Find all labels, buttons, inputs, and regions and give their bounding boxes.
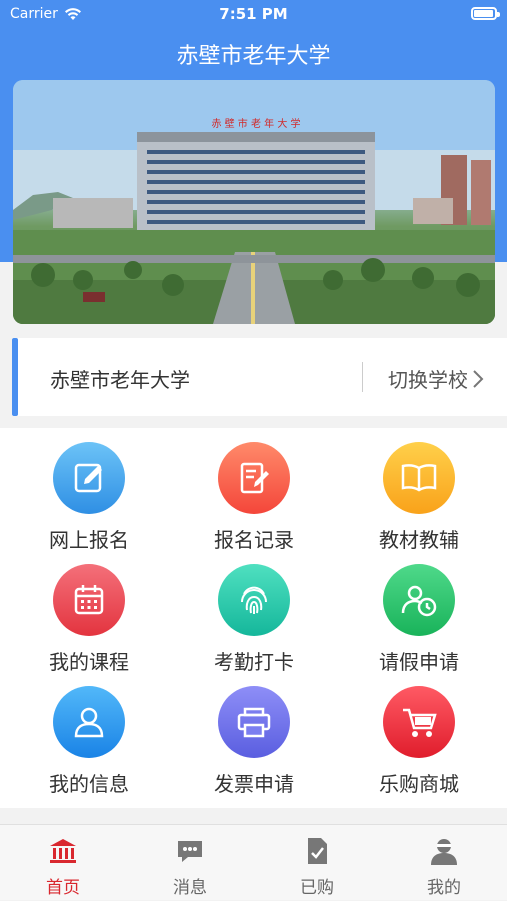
menu-label: 教材教辅 [379,528,459,552]
menu-online-registration[interactable]: 网上报名 [5,428,173,552]
tab-label: 我的 [427,878,461,898]
menu-textbooks[interactable]: 教材教辅 [335,428,503,552]
edit-icon [53,442,125,514]
user-icon [53,686,125,758]
menu-label: 考勤打卡 [214,650,294,674]
accent-bar [12,338,18,416]
tab-bar: 首页 消息 已购 我的 [0,824,507,900]
user-clock-icon [383,564,455,636]
tab-messages[interactable]: 消息 [127,825,253,901]
menu-label: 乐购商城 [379,772,459,796]
school-name: 赤壁市老年大学 [50,368,190,392]
tab-home[interactable]: 首页 [0,825,126,901]
fingerprint-icon [218,564,290,636]
menu-label: 我的信息 [49,772,129,796]
menu-label: 网上报名 [49,528,129,552]
cart-icon [383,686,455,758]
calendar-icon [53,564,125,636]
menu-invoice-request[interactable]: 发票申请 [170,672,338,796]
status-time: 7:51 PM [219,5,288,23]
page-title: 赤壁市老年大学 [176,44,331,69]
menu-label: 报名记录 [214,528,294,552]
switch-school-button[interactable]: 切换学校 [388,364,484,393]
menu-my-courses[interactable]: 我的课程 [5,550,173,674]
menu-registration-records[interactable]: 报名记录 [170,428,338,552]
school-card: 赤壁市老年大学 切换学校 [12,338,507,416]
menu-my-info[interactable]: 我的信息 [5,672,173,796]
menu-leave-request[interactable]: 请假申请 [335,550,503,674]
tab-label: 首页 [46,878,80,898]
divider [362,362,363,392]
battery-icon [471,7,500,20]
purchased-icon [308,838,327,864]
menu-label: 发票申请 [214,772,294,796]
banner-image[interactable]: 赤 壁 市 老 年 大 学 [13,80,495,324]
tab-label: 已购 [300,878,334,898]
menu-attendance[interactable]: 考勤打卡 [170,550,338,674]
menu-mall[interactable]: 乐购商城 [335,672,503,796]
switch-school-label: 切换学校 [388,368,468,392]
profile-icon [431,839,457,865]
menu-label: 我的课程 [49,650,129,674]
tab-label: 消息 [173,878,207,898]
tab-profile[interactable]: 我的 [381,825,507,901]
tab-purchased[interactable]: 已购 [254,825,380,901]
status-bar: Carrier 7:51 PM [0,0,507,28]
chat-icon [178,841,202,862]
menu-label: 请假申请 [379,650,459,674]
building-sign: 赤 壁 市 老 年 大 学 [211,117,300,130]
chevron-right-icon [473,369,484,388]
document-edit-icon [218,442,290,514]
bank-icon [50,839,76,863]
campus-photo: 赤 壁 市 老 年 大 学 [13,80,495,324]
printer-icon [218,686,290,758]
book-icon [383,442,455,514]
feature-grid: 网上报名 报名记录 教材教辅 我的课程 考勤打卡 请假申请 我的信息 发票申请 … [0,428,507,808]
